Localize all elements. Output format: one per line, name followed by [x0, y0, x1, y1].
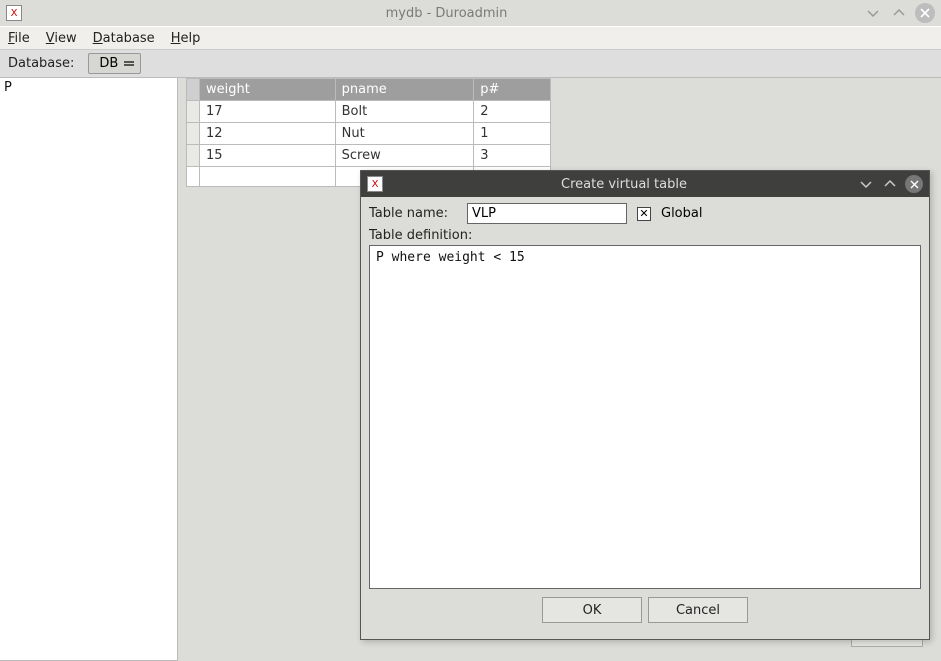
create-virtual-table-dialog: X Create virtual table Table name: ✕ Glo…	[360, 170, 930, 640]
table-name-row: Table name: ✕ Global	[369, 203, 921, 224]
menu-file[interactable]: File	[8, 31, 30, 46]
col-weight[interactable]: weight	[200, 79, 336, 101]
database-selector[interactable]: DB	[88, 53, 141, 74]
main-titlebar: X mydb - Duroadmin	[0, 0, 941, 26]
dialog-window-controls	[857, 175, 923, 193]
cell-pnum[interactable]: 1	[474, 123, 551, 145]
dialog-body: Table name: ✕ Global Table definition: O…	[361, 197, 929, 639]
minimize-icon[interactable]	[863, 3, 883, 23]
dialog-close-icon[interactable]	[905, 175, 923, 193]
sidebar-item-p[interactable]: P	[4, 80, 173, 95]
cell-pname[interactable]: Screw	[335, 145, 474, 167]
window-controls	[863, 3, 935, 23]
sidebar: P	[0, 78, 178, 661]
row-header[interactable]	[187, 123, 200, 145]
close-icon[interactable]	[915, 3, 935, 23]
table-name-label: Table name:	[369, 206, 457, 221]
table-definition-input[interactable]	[369, 245, 921, 589]
row-header[interactable]	[187, 145, 200, 167]
cell-pnum[interactable]: 2	[474, 101, 551, 123]
ok-button[interactable]: OK	[542, 597, 642, 623]
menu-database[interactable]: Database	[93, 31, 155, 46]
table-corner	[187, 79, 200, 101]
menu-view[interactable]: View	[46, 31, 77, 46]
dialog-maximize-icon[interactable]	[881, 175, 899, 193]
menubar: File View Database Help	[0, 26, 941, 50]
toolbar: Database: DB	[0, 50, 941, 78]
menu-help[interactable]: Help	[171, 31, 201, 46]
maximize-icon[interactable]	[889, 3, 909, 23]
database-selected-value: DB	[99, 56, 118, 71]
dialog-app-icon: X	[367, 176, 383, 192]
table-definition-label: Table definition:	[369, 228, 921, 243]
table-name-input[interactable]	[467, 203, 627, 224]
dialog-titlebar[interactable]: X Create virtual table	[361, 171, 929, 197]
cell-pnum[interactable]: 3	[474, 145, 551, 167]
col-pnum[interactable]: p#	[474, 79, 551, 101]
window-title: mydb - Duroadmin	[30, 6, 863, 21]
dialog-title: Create virtual table	[391, 177, 857, 192]
table-row[interactable]: 15 Screw 3	[187, 145, 551, 167]
row-header[interactable]	[187, 167, 200, 187]
dialog-button-row: OK Cancel	[369, 589, 921, 633]
table-row[interactable]: 12 Nut 1	[187, 123, 551, 145]
cancel-button[interactable]: Cancel	[648, 597, 748, 623]
app-icon: X	[6, 5, 22, 21]
database-label: Database:	[8, 56, 74, 71]
cell-weight[interactable]: 17	[200, 101, 336, 123]
global-label: Global	[661, 206, 702, 221]
col-pname[interactable]: pname	[335, 79, 474, 101]
cell-weight[interactable]: 15	[200, 145, 336, 167]
global-checkbox[interactable]: ✕	[637, 207, 651, 221]
table-row[interactable]: 17 Bolt 2	[187, 101, 551, 123]
row-header[interactable]	[187, 101, 200, 123]
cell-pname[interactable]: Nut	[335, 123, 474, 145]
dialog-minimize-icon[interactable]	[857, 175, 875, 193]
cell-pname[interactable]: Bolt	[335, 101, 474, 123]
cell-weight[interactable]: 12	[200, 123, 336, 145]
